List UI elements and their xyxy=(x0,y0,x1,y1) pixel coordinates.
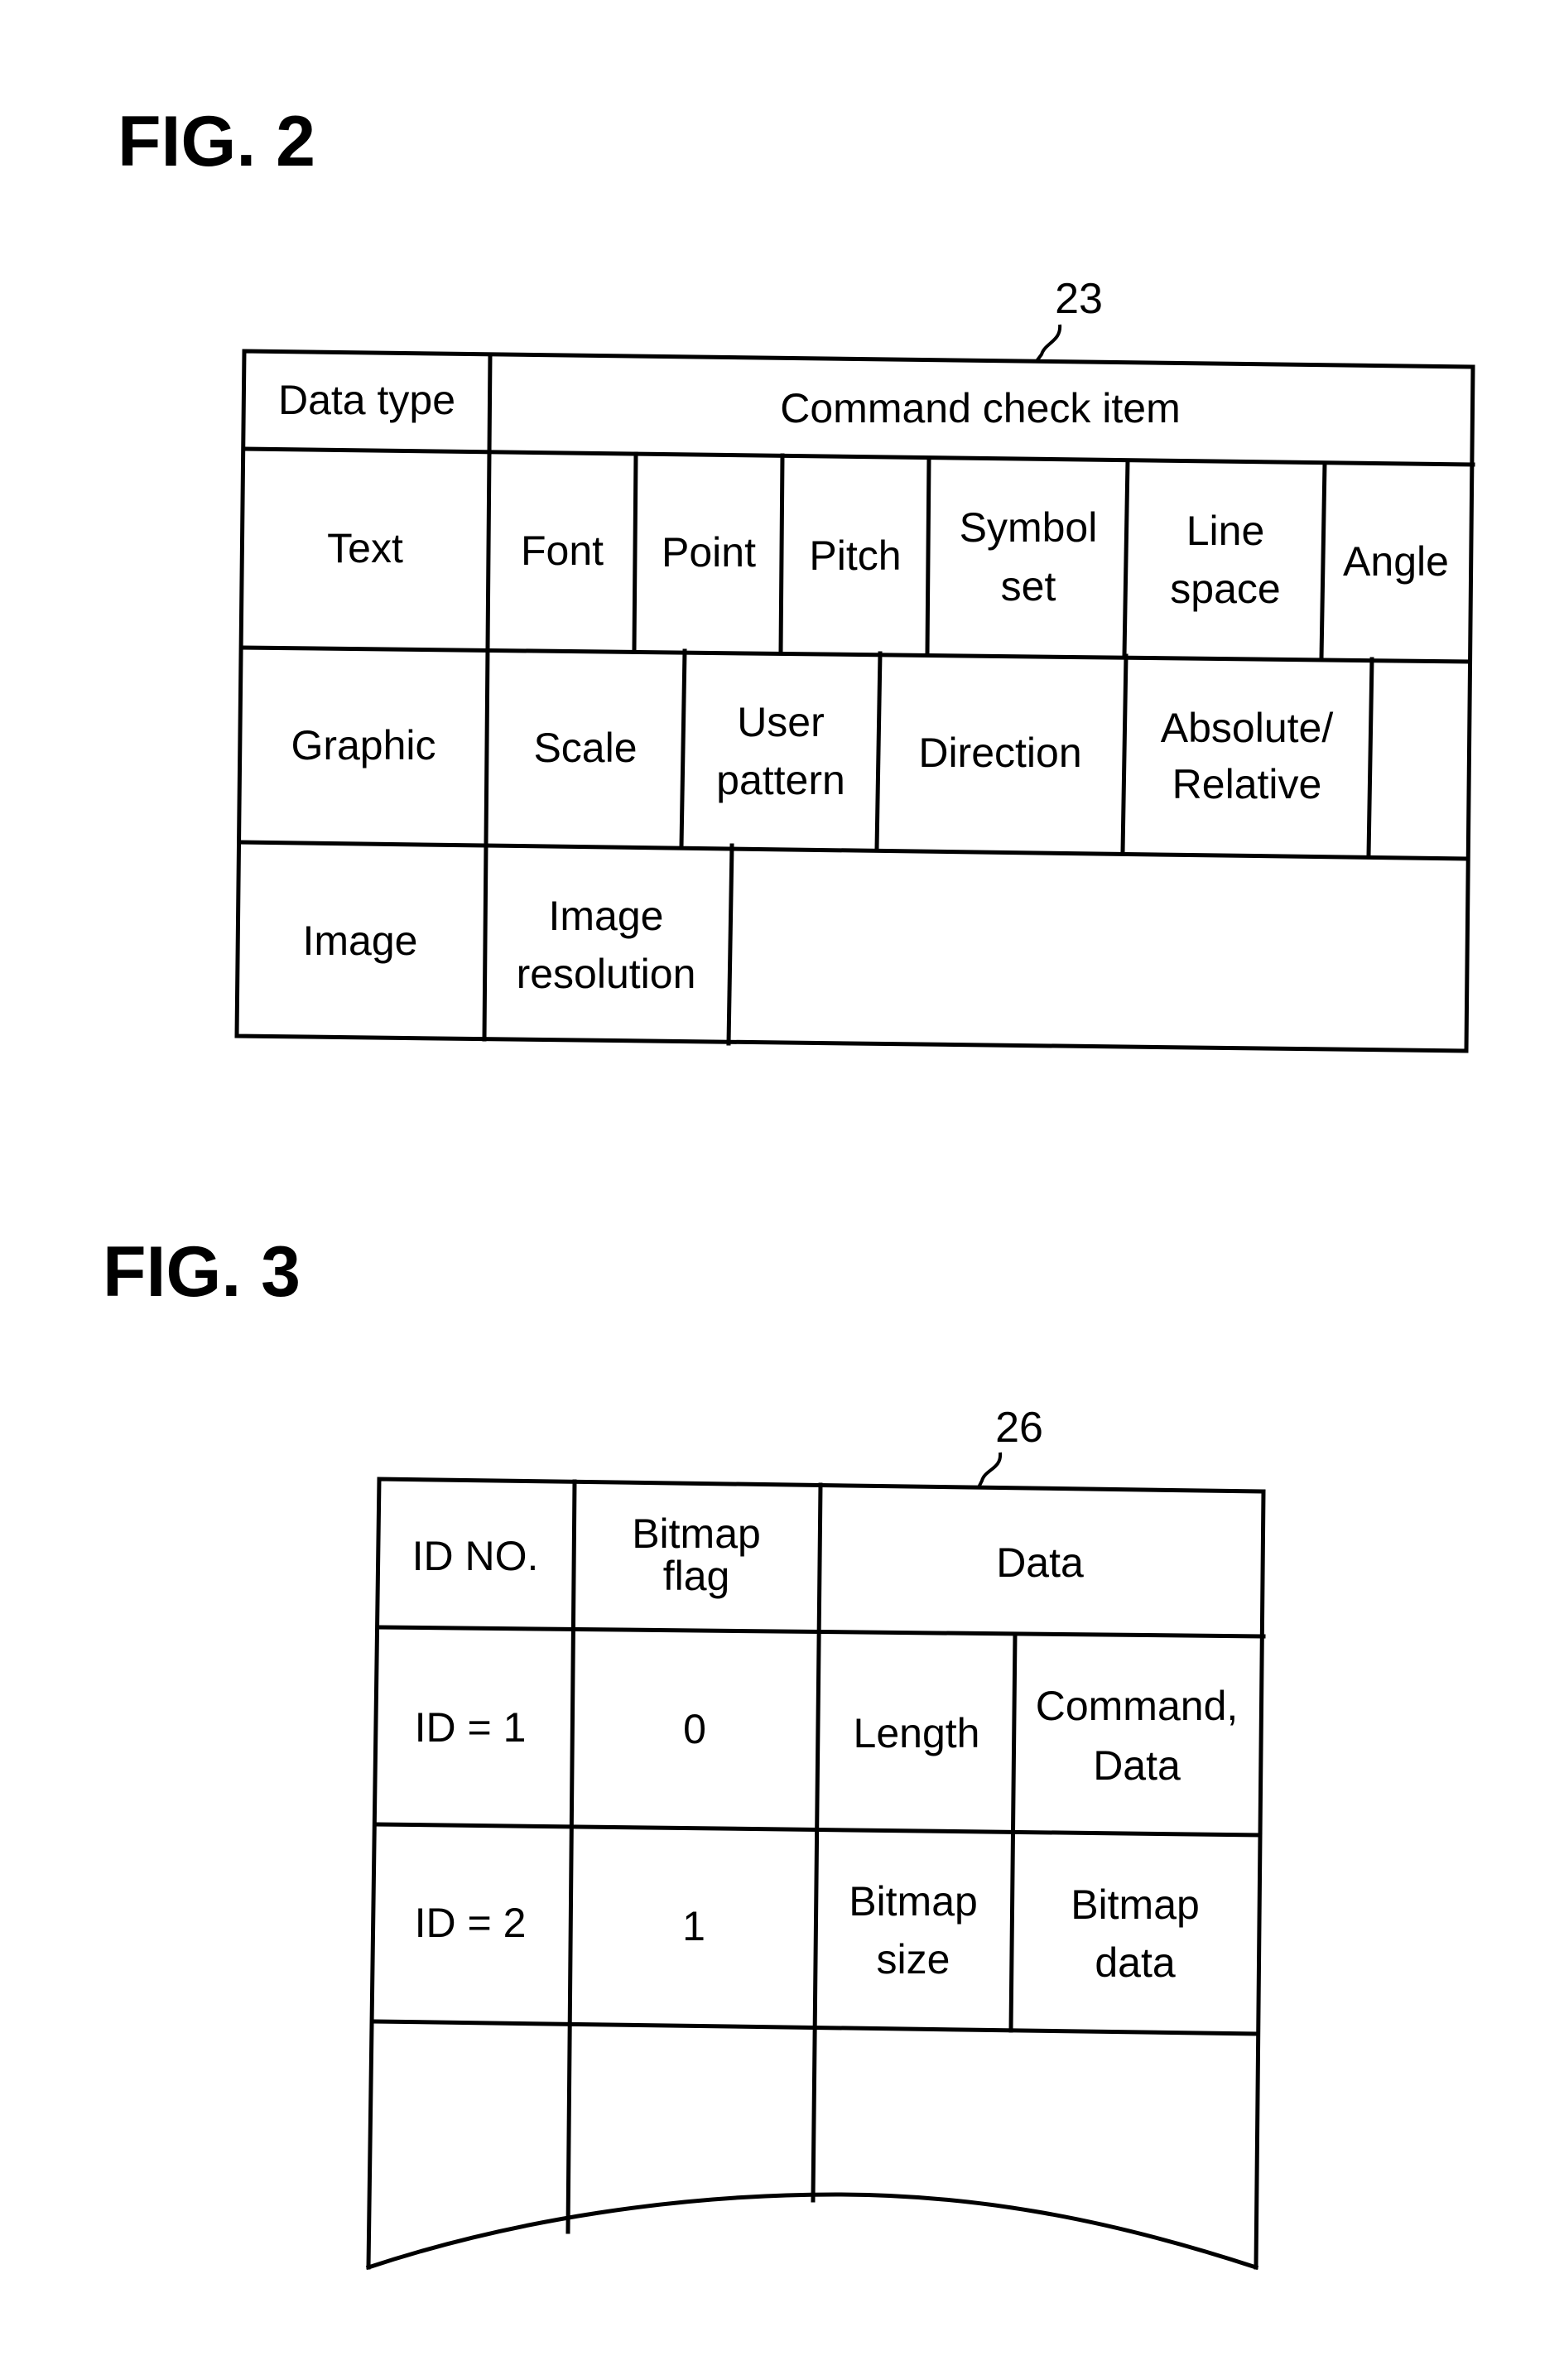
fig3-row1-command-data-line2: Data xyxy=(1093,1742,1181,1789)
fig2-cell-divider xyxy=(1120,653,1128,855)
fig2-row-image-label: Image xyxy=(303,918,418,964)
fig2-row-divider xyxy=(239,645,1472,664)
fig3-row1-id: ID = 1 xyxy=(415,1704,527,1751)
fig2-cell-scale: Scale xyxy=(533,725,637,771)
fig2-cell-font: Font xyxy=(521,528,604,574)
fig3-row2-bitmap-data-line2: data xyxy=(1095,1939,1176,1986)
fig2: FIG. 2 23 Data type Command check item T… xyxy=(118,102,1475,1053)
fig2-cell-divider xyxy=(1319,460,1327,661)
fig2-row-graphic-label: Graphic xyxy=(291,722,436,768)
fig2-header-divider xyxy=(242,446,1475,467)
fig2-cell-user-pattern-line1: User xyxy=(737,699,825,745)
fig2-cell-divider xyxy=(1122,458,1130,658)
fig2-cell-symbol-set-line2: set xyxy=(1001,563,1056,609)
fig3-row1-bitmap-flag: 0 xyxy=(683,1706,706,1752)
fig3-header-divider xyxy=(377,1625,1266,1639)
fig2-header-command-check-item: Command check item xyxy=(780,385,1181,431)
fig2-cell-point: Point xyxy=(662,529,756,576)
fig2-cell-divider xyxy=(874,651,883,851)
fig3-header-id-no: ID NO. xyxy=(412,1533,539,1579)
fig3-row2-bitmap-data-line1: Bitmap xyxy=(1071,1881,1200,1928)
fig3-header-bitmap-flag-line1: Bitmap xyxy=(632,1510,761,1557)
fig2-cell-absolute-relative-line1: Absolute/ xyxy=(1161,705,1334,751)
fig3-leader-line xyxy=(977,1452,1003,1488)
fig2-cell-absolute-relative-line2: Relative xyxy=(1172,761,1322,807)
fig3-torn-bottom-edge xyxy=(365,2192,1259,2271)
patent-figures-canvas: FIG. 2 23 Data type Command check item T… xyxy=(103,102,1475,2271)
fig2-row-divider xyxy=(238,840,1469,861)
fig2-cell-divider xyxy=(925,455,931,656)
fig3-row1-command-data-line1: Command, xyxy=(1036,1683,1239,1729)
fig2-cell-angle: Angle xyxy=(1343,538,1449,585)
fig3-column-divider xyxy=(565,1479,577,2234)
fig2-cell-user-pattern-line2: pattern xyxy=(716,757,845,803)
fig3-row2-bitmap-flag: 1 xyxy=(682,1903,705,1949)
fig3-column-divider xyxy=(811,1482,823,2203)
fig2-cell-line-space-line2: space xyxy=(1170,566,1280,612)
fig2-cell-image-resolution-line2: resolution xyxy=(517,951,696,997)
fig2-cell-pitch: Pitch xyxy=(809,532,901,579)
fig2-table: Data type Command check item Text Font P… xyxy=(234,349,1475,1053)
fig3-reference-numeral: 26 xyxy=(995,1404,1043,1452)
fig2-cell-divider xyxy=(778,453,785,654)
fig3-table: ID NO. Bitmap flag Data ID = 1 0 Length … xyxy=(365,1477,1266,2271)
fig2-column-divider xyxy=(482,352,493,1042)
fig3-title: FIG. 3 xyxy=(103,1232,301,1312)
fig2-reference-numeral: 23 xyxy=(1055,275,1103,323)
fig3-cell-divider xyxy=(1008,1631,1018,2033)
fig3-header-bitmap-flag-line2: flag xyxy=(663,1553,730,1599)
fig2-cell-divider xyxy=(679,648,687,849)
fig3-row2-bitmap-size-line1: Bitmap xyxy=(849,1878,978,1925)
fig2-cell-direction: Direction xyxy=(918,730,1081,776)
fig3-row2-bitmap-size-line2: size xyxy=(877,1936,950,1983)
fig2-title: FIG. 2 xyxy=(118,102,315,181)
fig2-cell-symbol-set-line1: Symbol xyxy=(960,504,1098,551)
fig2-leader-line xyxy=(1035,324,1062,363)
fig3-row1-length: Length xyxy=(854,1710,980,1756)
fig3: FIG. 3 26 ID NO. Bitmap flag Data ID = 1 xyxy=(103,1232,1266,2271)
fig2-cell-divider xyxy=(1366,657,1374,858)
fig2-cell-image-resolution-line1: Image xyxy=(549,893,664,939)
fig3-header-data: Data xyxy=(996,1539,1084,1586)
fig3-row2-id: ID = 2 xyxy=(415,1900,527,1946)
fig2-cell-line-space-line1: Line xyxy=(1186,508,1265,554)
fig2-cell-divider xyxy=(726,843,734,1046)
fig2-row-text-label: Text xyxy=(327,525,403,571)
fig2-header-data-type: Data type xyxy=(278,377,455,423)
fig2-cell-divider xyxy=(632,451,638,653)
